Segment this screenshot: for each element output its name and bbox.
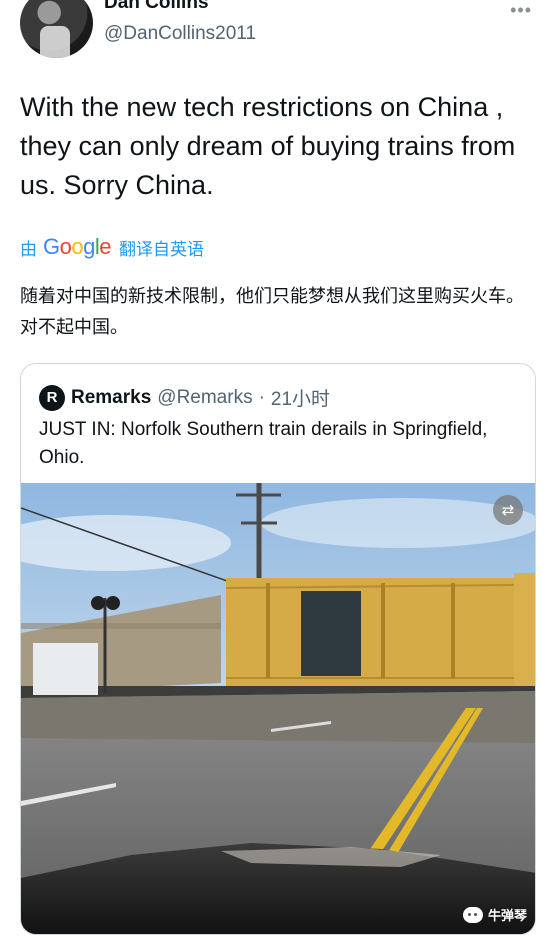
quoted-tweet-header: R Remarks @Remarks · 21小时 [39,384,330,411]
watermark-text: 牛弹琴 [487,908,527,923]
quoted-media-video[interactable]: ⇄ 牛弹琴 [21,483,535,934]
gif-badge-icon[interactable]: ⇄ [493,495,523,525]
quoted-tweet-text: JUST IN: Norfolk Southern train derails … [39,419,488,468]
google-logo: Google [43,234,112,259]
wechat-icon [462,906,483,923]
translated-from-label: 翻译自英语 [119,239,205,259]
separator-dot: · [258,386,265,408]
more-horizontal-icon[interactable]: ••• [510,0,532,21]
tweet-text: With the new tech restrictions on China … [20,92,516,200]
quoted-tweet-card[interactable]: R Remarks @Remarks · 21小时 JUST IN: Norfo… [20,363,536,935]
quoted-handle[interactable]: @Remarks [157,387,252,409]
translation-attribution[interactable]: 由 Google 翻译自英语 [20,232,204,262]
train-crossing-image [21,483,535,934]
translated-by-label: 由 [20,239,37,259]
avatar[interactable] [20,0,93,58]
display-name[interactable]: Dan Collins [104,0,209,14]
wechat-watermark: 牛弹琴 [462,905,527,924]
user-handle[interactable]: @DanCollins2011 [104,23,256,45]
quoted-display-name[interactable]: Remarks [71,387,151,409]
translated-text: 随着对中国的新技术限制，他们只能梦想从我们这里购买火车。对不起中国。 [20,286,524,337]
tweet-header: Dan Collins @DanCollins2011 ••• [0,0,546,70]
quoted-timestamp[interactable]: 21小时 [271,384,330,411]
quoted-avatar[interactable]: R [39,384,65,411]
